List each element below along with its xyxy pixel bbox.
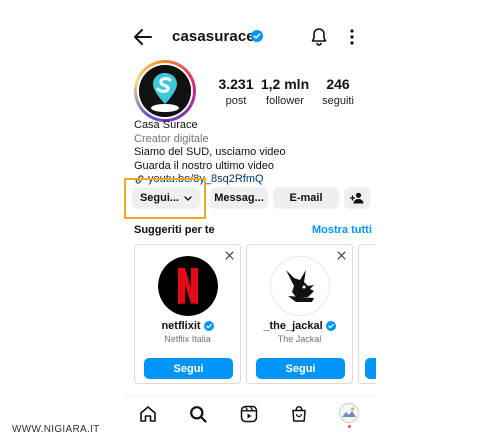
notification-dot [348, 425, 351, 428]
message-button-label: Messag... [214, 192, 264, 204]
top-bar: casasurace [124, 22, 376, 52]
following-button-label: Segui... [139, 192, 180, 204]
message-button[interactable]: Messag... [210, 187, 268, 209]
suggestion-card: netflixit Netflix Italia Segui [134, 244, 241, 384]
profile-username: casasurace [172, 28, 255, 45]
profile-tab-avatar[interactable] [339, 403, 359, 423]
profile-display-name: Casa Surace [134, 119, 198, 131]
bell-icon[interactable] [310, 27, 328, 47]
bio-line: Siamo del SUD, usciamo video [134, 146, 286, 158]
search-icon[interactable] [189, 405, 207, 423]
followers-stat[interactable]: 1,2 mln follower [255, 76, 315, 107]
bio-line: Guarda il nostro ultimo video [134, 159, 275, 172]
see-all-link[interactable]: Mostra tutti [312, 224, 372, 236]
watermark-text: WWW.NIGIARA.IT [12, 424, 100, 435]
follow-button-partial[interactable] [365, 358, 376, 379]
profile-avatar-icon [342, 407, 356, 417]
verified-badge-icon [203, 321, 214, 331]
following-count: 246 [326, 76, 350, 92]
suggestion-username-text: netflixit [161, 320, 201, 332]
suggestion-avatar[interactable] [270, 256, 330, 316]
suggestion-username: netflixit [135, 320, 240, 332]
home-icon[interactable] [139, 405, 157, 423]
more-options-icon[interactable] [348, 28, 356, 46]
avatar [139, 65, 191, 117]
jackal-logo-icon [270, 256, 330, 316]
email-button-label: E-mail [289, 192, 323, 204]
chevron-down-icon [184, 195, 192, 201]
instagram-profile-screen: casasurace 3.231 post 1,2 mln follower 2… [124, 0, 376, 440]
following-stat[interactable]: 246 seguiti [308, 76, 368, 107]
suggestion-username-text: _the_jackal [263, 320, 323, 332]
suggestion-avatar[interactable] [158, 256, 218, 316]
suggestion-card: _the_jackal The Jackal Segui [246, 244, 353, 384]
avatar-story-ring[interactable] [134, 60, 196, 122]
bottom-navigation [124, 396, 376, 428]
profile-category: Creator digitale [134, 132, 209, 145]
follow-button[interactable]: Segui [256, 358, 345, 379]
reels-icon[interactable] [240, 405, 258, 423]
verified-badge-icon [325, 321, 336, 331]
close-icon[interactable] [225, 251, 234, 260]
following-dropdown-button[interactable]: Segui... [132, 187, 200, 209]
netflix-logo-icon [158, 256, 218, 316]
suggested-heading: Suggeriti per te [134, 224, 215, 236]
casa-surace-logo-icon [139, 65, 191, 117]
follow-button[interactable]: Segui [144, 358, 233, 379]
following-label: seguiti [322, 95, 354, 107]
profile-bio: Casa Surace Creator digitale Siamo del S… [134, 119, 286, 187]
add-user-icon [350, 192, 364, 204]
suggestion-username: _the_jackal [247, 320, 352, 332]
shop-icon[interactable] [290, 405, 308, 423]
close-icon[interactable] [337, 251, 346, 260]
email-button[interactable]: E-mail [273, 187, 339, 209]
back-arrow-icon[interactable] [132, 26, 154, 48]
suggestion-card-partial [358, 244, 376, 384]
verified-badge-icon [251, 30, 263, 42]
followers-count: 1,2 mln [260, 76, 310, 92]
followers-label: follower [266, 95, 304, 107]
suggestion-full-name: The Jackal [277, 334, 322, 344]
suggest-users-button[interactable] [344, 187, 370, 209]
suggestion-full-name: Netflix Italia [164, 334, 211, 344]
